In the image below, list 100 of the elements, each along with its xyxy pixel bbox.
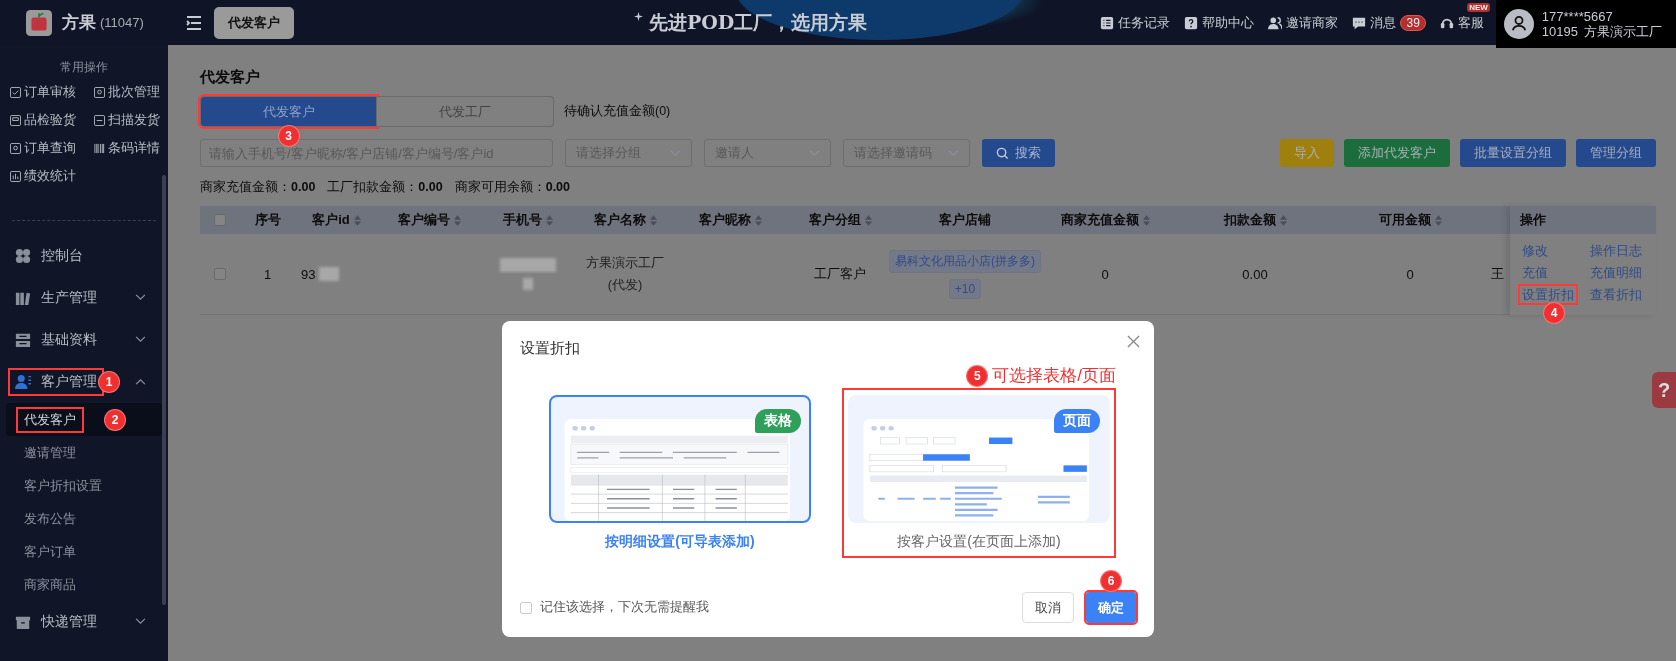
column-header[interactable]: 客户编号 <box>378 206 480 234</box>
annotation-text: 可选择表格/页面 <box>992 365 1116 387</box>
action-button[interactable]: 添加代发客户 <box>1344 139 1450 167</box>
option-tag: 表格 <box>755 409 801 433</box>
chevron-down-icon <box>948 149 959 157</box>
sort-icon <box>1279 214 1287 226</box>
search-icon <box>996 146 1009 160</box>
menu-item[interactable]: 快递管理 <box>8 608 104 636</box>
table-cell: 王 <box>1491 265 1504 283</box>
scrollbar[interactable] <box>162 175 166 605</box>
menu-item[interactable]: 生产管理 <box>8 284 104 312</box>
submenu-item[interactable]: 邀请管理 <box>18 441 82 464</box>
segment-tab[interactable]: 代发工厂 <box>377 96 554 127</box>
segment-tab[interactable]: 代发客户 <box>200 96 377 127</box>
barcode-icon <box>94 143 105 154</box>
header-link[interactable]: 邀请商家 <box>1268 13 1339 32</box>
checkbox-icon <box>10 87 21 98</box>
submenu-item[interactable]: 客户折扣设置 <box>18 474 108 497</box>
quick-action-link[interactable]: 条码详情 <box>94 140 178 157</box>
cancel-button[interactable]: 取消 <box>1022 592 1074 623</box>
quick-action-link[interactable]: 扫描发货 <box>94 112 178 129</box>
option-label: 按明细设置(可导表添加) <box>605 533 755 551</box>
sort-icon <box>1142 214 1150 226</box>
column-header[interactable]: 客户分组 <box>785 206 895 234</box>
sort-icon <box>453 214 461 226</box>
menu-item[interactable]: 控制台 <box>8 242 90 270</box>
blurred-text <box>499 258 556 272</box>
document-icon <box>94 115 105 126</box>
avatar-icon <box>1503 9 1534 39</box>
message-count-badge: 39 <box>1400 14 1426 31</box>
submenu-item[interactable]: 发布公告 <box>18 507 82 530</box>
submenu-item[interactable]: 商家商品 <box>18 573 82 596</box>
column-header: 操作 <box>1510 206 1656 234</box>
column-header[interactable]: 客户id <box>295 206 378 234</box>
new-badge: NEW <box>1467 2 1490 12</box>
table-cell: 0 <box>1406 266 1414 282</box>
app-name: 方果 <box>62 12 96 34</box>
menu-item[interactable]: 基础资料 <box>8 326 104 354</box>
quick-action-link[interactable]: 订单审核 <box>10 84 94 101</box>
dialog-title: 设置折扣 <box>520 339 581 358</box>
section-title: 常用操作 <box>59 59 109 76</box>
quick-action-link[interactable]: 品检验货 <box>10 112 94 129</box>
user-panel[interactable]: 177****5667 10195 方果演示工厂 <box>1495 0 1676 48</box>
help-icon <box>1184 15 1199 30</box>
submenu-item[interactable]: 代发客户 <box>18 408 82 431</box>
sort-icon <box>649 214 657 226</box>
tray-icon <box>15 332 31 348</box>
sparkle-icon <box>634 11 643 21</box>
page-tab[interactable]: 代发客户 <box>214 6 294 39</box>
document-icon <box>10 143 21 154</box>
list-icon <box>1100 15 1115 30</box>
option-card[interactable]: 页面 按客户设置(在页面上添加) <box>842 388 1116 558</box>
table-cell: 93 <box>301 266 316 282</box>
sort-icon <box>545 214 553 226</box>
step-number-badge: 2 <box>104 408 126 431</box>
help-tab[interactable]: ? <box>1652 372 1676 408</box>
menu-icon[interactable] <box>186 15 202 30</box>
chevron-down-icon <box>670 149 681 157</box>
action-button[interactable]: 管理分组 <box>1576 139 1656 167</box>
user-id: 10195 <box>1541 24 1578 39</box>
column-header[interactable]: 手机号 <box>480 206 575 234</box>
checkbox[interactable] <box>214 268 226 280</box>
step-number-badge: 6 <box>1100 570 1122 592</box>
chevron-down-icon <box>809 149 820 157</box>
search-button[interactable]: 搜索 <box>982 139 1055 167</box>
grid-icon <box>15 248 31 264</box>
quick-action-link[interactable]: 绩效统计 <box>10 168 94 185</box>
header-link[interactable]: 消息 39 <box>1352 13 1426 32</box>
header-link[interactable]: 任务记录 <box>1100 13 1171 32</box>
table-cell: 工厂客户 <box>814 265 866 283</box>
shop-tag: +10 <box>948 278 982 299</box>
close-icon[interactable] <box>1127 335 1140 348</box>
sort-icon <box>1434 214 1442 226</box>
chat-icon <box>1352 15 1367 30</box>
action-button[interactable]: 批量设置分组 <box>1460 139 1566 167</box>
quick-action-link[interactable]: 批次管理 <box>94 84 178 101</box>
table-cell: 1 <box>263 266 272 282</box>
column-header[interactable]: 扣款金额 <box>1175 206 1335 234</box>
step-number-badge: 4 <box>1543 302 1565 324</box>
user-phone: 177****5667 <box>1541 9 1614 24</box>
app-count: (11047) <box>100 15 144 30</box>
people-icon <box>1268 15 1283 30</box>
header-link[interactable]: 帮助中心 <box>1184 13 1255 32</box>
column-header[interactable]: 客户昵称 <box>675 206 785 234</box>
slogan: 先进POD工厂，选用方果 <box>649 9 868 35</box>
column-header[interactable]: 商家充值金额 <box>1035 206 1175 234</box>
checkbox[interactable] <box>214 214 226 226</box>
page-title: 代发客户 <box>200 68 261 87</box>
column-header[interactable]: 客户名称 <box>575 206 675 234</box>
step-number-badge: 5 <box>966 364 989 387</box>
document-icon <box>94 87 105 98</box>
table-cell: 0 <box>1101 266 1109 282</box>
summary-text: 商家充值金额：0.00 <box>200 179 316 196</box>
document-icon <box>10 171 21 182</box>
person-icon <box>15 374 31 390</box>
confirm-button[interactable]: 确定 <box>1086 592 1136 623</box>
submenu-item[interactable]: 客户订单 <box>18 540 82 563</box>
sort-icon <box>754 214 762 226</box>
quick-action-link[interactable]: 订单查询 <box>10 140 94 157</box>
column-header[interactable]: 可用金额 <box>1335 206 1485 234</box>
